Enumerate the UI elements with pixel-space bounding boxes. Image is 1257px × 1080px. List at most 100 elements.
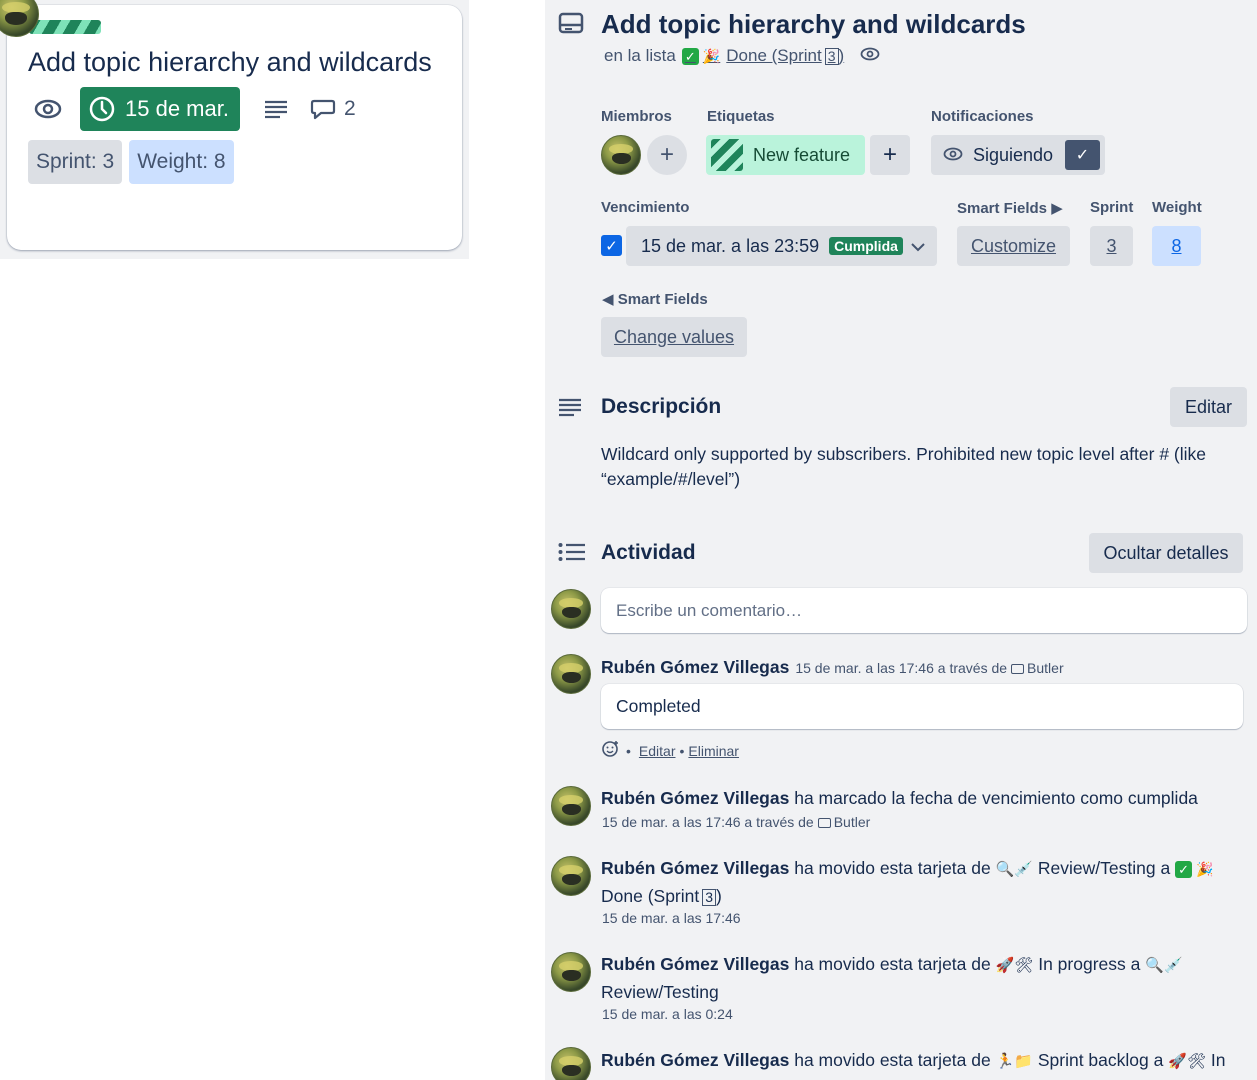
- sprint-pill: Sprint: 3: [28, 140, 123, 184]
- comment-count-badge: 2: [310, 97, 356, 121]
- activity-timestamp[interactable]: 15 de mar. a las 17:46: [602, 910, 741, 926]
- due-date-badge[interactable]: 15 de mar.: [80, 87, 240, 131]
- due-complete-checkbox[interactable]: ✓: [601, 235, 622, 256]
- butler-icon: [817, 818, 831, 828]
- description-text[interactable]: Wildcard only supported by subscribers. …: [601, 442, 1241, 492]
- hide-details-button[interactable]: Ocultar detalles: [1089, 533, 1243, 573]
- description-icon: [558, 398, 582, 423]
- customize-button[interactable]: Customize: [957, 226, 1070, 266]
- activity-avatar[interactable]: [551, 786, 591, 826]
- activity-user[interactable]: Rubén Gómez Villegas: [601, 954, 789, 974]
- sprint-value-button[interactable]: 3: [1090, 226, 1133, 266]
- follow-button[interactable]: Siguiendo ✓: [931, 135, 1105, 175]
- activity-text: ha movido esta tarjeta de: [794, 1050, 991, 1070]
- watching-eye-icon: [860, 46, 880, 66]
- activity-avatar[interactable]: [551, 654, 591, 694]
- syringe-emoji-icon: 💉: [1163, 957, 1183, 974]
- change-values-button[interactable]: Change values: [601, 317, 747, 357]
- list-sprint-number: 3: [824, 47, 839, 65]
- activity-meta: 15 de mar. a las 17:46 a través de Butler: [602, 814, 870, 830]
- check-emoji-icon: ✓: [1175, 861, 1193, 878]
- due-date-field[interactable]: 15 de mar. a las 23:59 Cumplida: [626, 226, 937, 266]
- add-label-button[interactable]: +: [870, 135, 910, 175]
- weight-value-button[interactable]: 8: [1152, 226, 1201, 266]
- card[interactable]: Add topic hierarchy and wildcards 15 de …: [0, 0, 462, 250]
- activity-user[interactable]: Rubén Gómez Villegas: [601, 788, 789, 808]
- list-name-suffix: ): [838, 46, 845, 65]
- activity-to-word: a: [1160, 858, 1171, 878]
- edit-description-button[interactable]: Editar: [1170, 387, 1247, 427]
- party-popper-icon: 🎉: [1196, 861, 1214, 877]
- due-date-label: Vencimiento: [601, 199, 690, 216]
- card-custom-fields: Sprint: 3 Weight: 8: [28, 140, 234, 184]
- activity-from-list: In progress: [1038, 954, 1126, 974]
- edit-comment-link[interactable]: Editar: [639, 743, 676, 759]
- sprint-field-label: Sprint: [1090, 199, 1134, 216]
- clock-icon: [89, 96, 115, 122]
- activity-to-list: In: [1210, 1050, 1226, 1070]
- add-reaction-icon[interactable]: [602, 740, 620, 761]
- activity-user[interactable]: Rubén Gómez Villegas: [601, 657, 789, 677]
- card-label-strip[interactable]: [29, 20, 101, 34]
- comment-input[interactable]: Escribe un comentario…: [601, 588, 1247, 633]
- activity-to-sprint-number: 3: [702, 889, 717, 906]
- card-badges: 15 de mar. 2: [28, 87, 356, 131]
- separator-dot: •: [679, 742, 685, 759]
- running-person-emoji-icon: 🏃: [995, 1053, 1015, 1070]
- activity-text: ha marcado la fecha de vencimiento como …: [794, 788, 1198, 808]
- detail-title[interactable]: Add topic hierarchy and wildcards: [601, 9, 1026, 40]
- activity-user[interactable]: Rubén Gómez Villegas: [601, 858, 789, 878]
- card-detail-panel: Add topic hierarchy and wildcards en la …: [545, 0, 1257, 1080]
- separator-dot: •: [626, 742, 631, 759]
- party-popper-icon: 🎉: [702, 47, 721, 64]
- activity-user[interactable]: Rubén Gómez Villegas: [601, 1050, 789, 1070]
- activity-item: Rubén Gómez Villegas ha movido esta tarj…: [601, 951, 1241, 1005]
- butler-label: Butler: [1027, 660, 1064, 676]
- activity-avatar[interactable]: [551, 952, 591, 992]
- member-avatar[interactable]: [601, 135, 641, 175]
- due-date-value: 15 de mar. a las 23:59: [641, 235, 820, 256]
- list-link[interactable]: ✓ 🎉 Done (Sprint 3 ): [681, 46, 845, 66]
- activity-timestamp[interactable]: 15 de mar. a las 17:46 a través de: [602, 814, 814, 830]
- labels-label: Etiquetas: [707, 108, 775, 125]
- activity-to-suffix: ): [716, 886, 722, 906]
- tools-emoji-icon: 🛠: [1186, 1053, 1206, 1070]
- add-member-button[interactable]: +: [647, 135, 687, 175]
- due-date-text: 15 de mar.: [125, 96, 229, 121]
- activity-item: Rubén Gómez Villegas 15 de mar. a las 17:…: [601, 654, 1241, 681]
- activity-item: Rubén Gómez Villegas ha movido esta tarj…: [601, 1047, 1241, 1075]
- description-icon: [256, 89, 296, 129]
- activity-timestamp[interactable]: 15 de mar. a las 0:24: [602, 1006, 733, 1022]
- activity-list-icon: [558, 542, 586, 567]
- label-name: New feature: [753, 144, 851, 165]
- in-list-prefix: en la lista: [604, 46, 676, 65]
- comment-count: 2: [343, 97, 356, 120]
- smart-fields-back[interactable]: ◀ Smart Fields: [602, 290, 708, 308]
- current-user-avatar: [551, 589, 591, 629]
- smart-fields-label[interactable]: Smart Fields ▶: [957, 199, 1063, 217]
- list-name: Done (Sprint: [726, 46, 822, 65]
- folder-emoji-icon: 📁: [1014, 1053, 1033, 1070]
- activity-avatar[interactable]: [551, 856, 591, 896]
- magnifier-emoji-icon: 🔍: [1145, 957, 1164, 974]
- rocket-emoji-icon: 🚀: [1168, 1053, 1187, 1070]
- comment-actions: • Editar • Eliminar: [602, 740, 743, 761]
- activity-item: Rubén Gómez Villegas ha movido esta tarj…: [601, 855, 1241, 909]
- weight-pill: Weight: 8: [129, 140, 234, 184]
- activity-from-list: Review/Testing: [1037, 858, 1156, 878]
- delete-comment-link[interactable]: Eliminar: [688, 743, 739, 759]
- notifications-label: Notificaciones: [931, 108, 1034, 125]
- label-new-feature[interactable]: New feature: [706, 135, 865, 175]
- activity-to-list: Done (Sprint: [601, 886, 700, 906]
- activity-title: Actividad: [601, 541, 696, 564]
- comment-body[interactable]: Completed: [601, 684, 1243, 729]
- activity-avatar[interactable]: [551, 1047, 591, 1080]
- card-icon: [558, 12, 584, 39]
- chevron-down-icon: [911, 236, 925, 257]
- card-title: Add topic hierarchy and wildcards: [28, 47, 432, 77]
- activity-timestamp[interactable]: 15 de mar. a las 17:46 a través de: [795, 660, 1007, 676]
- weight-field-label: Weight: [1152, 199, 1202, 216]
- label-stripes: [711, 139, 743, 171]
- watch-eye-icon: [28, 89, 68, 129]
- description-title: Descripción: [601, 395, 722, 418]
